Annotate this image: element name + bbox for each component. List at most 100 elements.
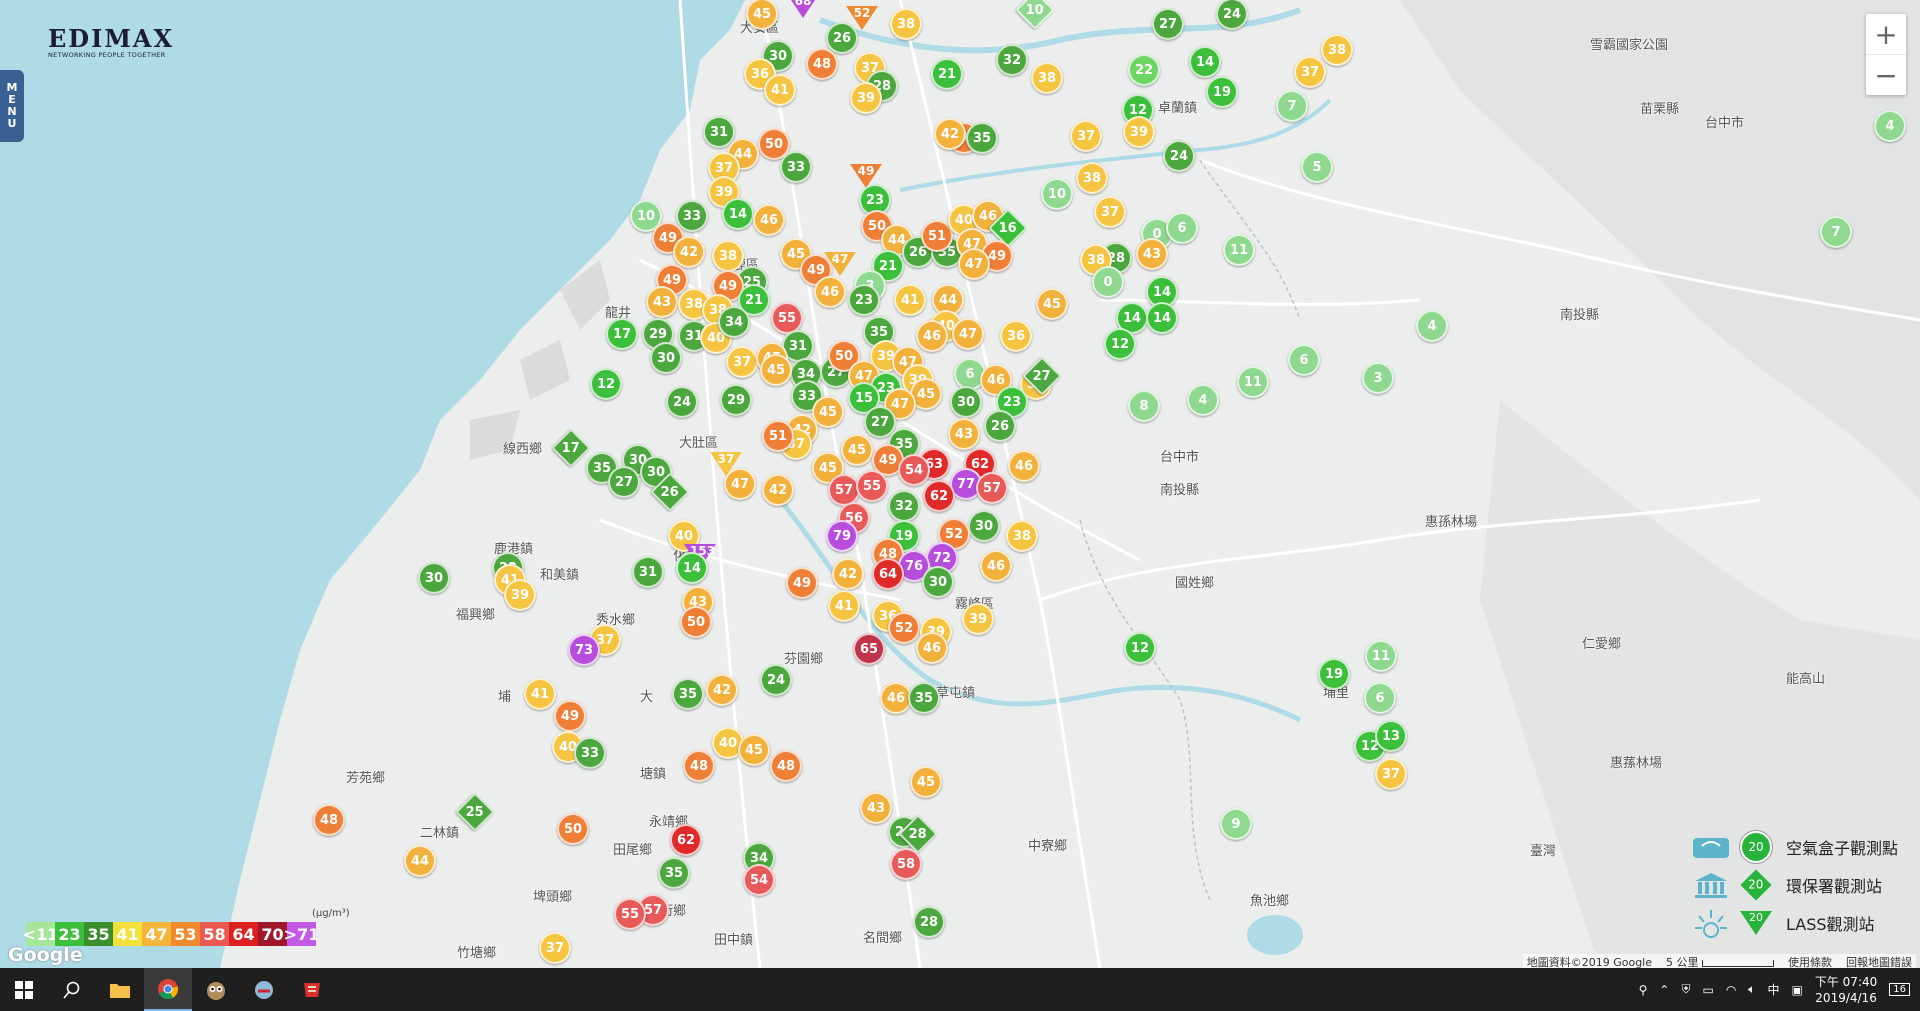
airbox-marker[interactable]: 46 — [1008, 450, 1040, 482]
airbox-marker[interactable]: 35 — [908, 682, 940, 714]
airbox-marker[interactable]: 27 — [1152, 8, 1184, 40]
airbox-marker[interactable]: 79 — [826, 520, 858, 552]
airbox-marker[interactable]: 14 — [1189, 46, 1221, 78]
lass-station-marker[interactable]: 68 — [787, 0, 819, 18]
airbox-marker[interactable]: 36 — [1000, 320, 1032, 352]
airbox-marker[interactable]: 37 — [1375, 758, 1407, 790]
airbox-marker[interactable]: 50 — [680, 606, 712, 638]
airbox-marker[interactable]: 9 — [1220, 808, 1252, 840]
report-error-link[interactable]: 回報地圖錯誤 — [1846, 954, 1912, 968]
airbox-marker[interactable]: 8 — [1128, 390, 1160, 422]
airbox-marker[interactable]: 33 — [676, 200, 708, 232]
airbox-marker[interactable]: 30 — [922, 566, 954, 598]
airbox-marker[interactable]: 58 — [890, 848, 922, 880]
notification-center-icon[interactable]: 16 — [1889, 983, 1910, 996]
airbox-marker[interactable]: 41 — [828, 590, 860, 622]
airbox-marker[interactable]: 42 — [762, 474, 794, 506]
airbox-marker[interactable]: 45 — [760, 354, 792, 386]
ime-indicator[interactable]: 中 — [1768, 981, 1780, 998]
airbox-marker[interactable]: 35 — [672, 678, 704, 710]
airbox-marker[interactable]: 55 — [856, 470, 888, 502]
airbox-marker[interactable]: 43 — [948, 418, 980, 450]
airbox-marker[interactable]: 21 — [931, 58, 963, 90]
airbox-marker[interactable]: 45 — [910, 766, 942, 798]
airbox-marker[interactable]: 46 — [916, 632, 948, 664]
airbox-marker[interactable]: 46 — [916, 320, 948, 352]
airbox-marker[interactable]: 13 — [1375, 720, 1407, 752]
airbox-marker[interactable]: 48 — [806, 48, 838, 80]
airbox-marker[interactable]: 35 — [658, 857, 690, 889]
airbox-marker[interactable]: 0 — [1092, 266, 1124, 298]
airbox-marker[interactable]: 19 — [1206, 76, 1238, 108]
airbox-marker[interactable]: 49 — [554, 700, 586, 732]
keyboard-icon[interactable]: ▣ — [1792, 983, 1803, 997]
airbox-marker[interactable]: 33 — [574, 737, 606, 769]
airbox-marker[interactable]: 43 — [1136, 238, 1168, 270]
airbox-marker[interactable]: 41 — [764, 74, 796, 106]
airbox-marker[interactable]: 62 — [923, 480, 955, 512]
security-icon[interactable]: ⛨ — [1681, 982, 1690, 997]
start-button[interactable] — [0, 968, 48, 1011]
airbox-marker[interactable]: 30 — [950, 386, 982, 418]
airbox-marker[interactable]: 48 — [770, 750, 802, 782]
airbox-marker[interactable]: 45 — [738, 734, 770, 766]
airbox-marker[interactable]: 14 — [1146, 302, 1178, 334]
airbox-marker[interactable]: 43 — [646, 286, 678, 318]
airbox-marker[interactable]: 30 — [650, 342, 682, 374]
airbox-marker[interactable]: 22 — [1128, 54, 1160, 86]
airbox-marker[interactable]: 33 — [780, 151, 812, 183]
airbox-marker[interactable]: 30 — [968, 510, 1000, 542]
chrome-button[interactable] — [144, 968, 192, 1011]
airbox-marker[interactable]: 43 — [860, 792, 892, 824]
airbox-marker[interactable]: 39 — [1123, 116, 1155, 148]
airbox-marker[interactable]: 48 — [313, 804, 345, 836]
airbox-marker[interactable]: 6 — [1166, 212, 1198, 244]
airbox-marker[interactable]: 6 — [1364, 682, 1396, 714]
airbox-marker[interactable]: 39 — [962, 603, 994, 635]
airbox-marker[interactable]: 37 — [726, 346, 758, 378]
airbox-marker[interactable]: 73 — [568, 634, 600, 666]
terms-link[interactable]: 使用條款 — [1788, 954, 1832, 968]
airbox-marker[interactable]: 49 — [786, 567, 818, 599]
airbox-marker[interactable]: 14 — [676, 552, 708, 584]
airbox-marker[interactable]: 42 — [832, 558, 864, 590]
airbox-marker[interactable]: 55 — [614, 898, 646, 930]
airbox-marker[interactable]: 24 — [1163, 140, 1195, 172]
airbox-marker[interactable]: 26 — [984, 410, 1016, 442]
airbox-marker[interactable]: 39 — [504, 579, 536, 611]
airbox-marker[interactable]: 57 — [976, 472, 1008, 504]
airbox-marker[interactable]: 39 — [850, 82, 882, 114]
zoom-in-button[interactable]: + — [1866, 14, 1906, 54]
app-red-button[interactable] — [288, 968, 336, 1011]
airbox-marker[interactable]: 42 — [673, 236, 705, 268]
app-vpn-button[interactable] — [240, 968, 288, 1011]
airbox-marker[interactable]: 12 — [590, 368, 622, 400]
airbox-marker[interactable]: 4 — [1874, 110, 1906, 142]
airbox-marker[interactable]: 48 — [683, 750, 715, 782]
airbox-marker[interactable]: 37 — [539, 932, 571, 964]
airbox-marker[interactable]: 44 — [404, 845, 436, 877]
airbox-marker[interactable]: 3 — [1362, 362, 1394, 394]
airbox-marker[interactable]: 47 — [958, 248, 990, 280]
search-button[interactable] — [48, 968, 96, 1011]
airbox-marker[interactable]: 19 — [1318, 658, 1350, 690]
airbox-marker[interactable]: 14 — [722, 198, 754, 230]
airbox-marker[interactable]: 38 — [1031, 62, 1063, 94]
airbox-marker[interactable]: 28 — [913, 906, 945, 938]
airbox-marker[interactable]: 38 — [1006, 520, 1038, 552]
airbox-marker[interactable]: 46 — [814, 276, 846, 308]
airbox-marker[interactable]: 37 — [1094, 196, 1126, 228]
airbox-marker[interactable]: 45 — [1036, 288, 1068, 320]
airbox-marker[interactable]: 24 — [666, 386, 698, 418]
airbox-marker[interactable]: 31 — [632, 556, 664, 588]
airbox-marker[interactable]: 52 — [888, 612, 920, 644]
airbox-marker[interactable]: 37 — [1294, 56, 1326, 88]
airbox-marker[interactable]: 7 — [1820, 216, 1852, 248]
chevron-up-icon[interactable]: ⌃ — [1659, 983, 1669, 997]
airbox-marker[interactable]: 30 — [418, 562, 450, 594]
airbox-marker[interactable]: 42 — [706, 674, 738, 706]
airbox-marker[interactable]: 29 — [720, 384, 752, 416]
airbox-marker[interactable]: 41 — [524, 678, 556, 710]
volume-icon[interactable]: 🔈︎ — [1748, 982, 1755, 997]
map-canvas[interactable]: 大安區雪霸國家公園卓蘭鎮沙鹿區龍井大肚區線西鄉鹿港鎮福興鄉秀水鄉埔芳苑鄉二林鎮竹… — [0, 0, 1920, 968]
